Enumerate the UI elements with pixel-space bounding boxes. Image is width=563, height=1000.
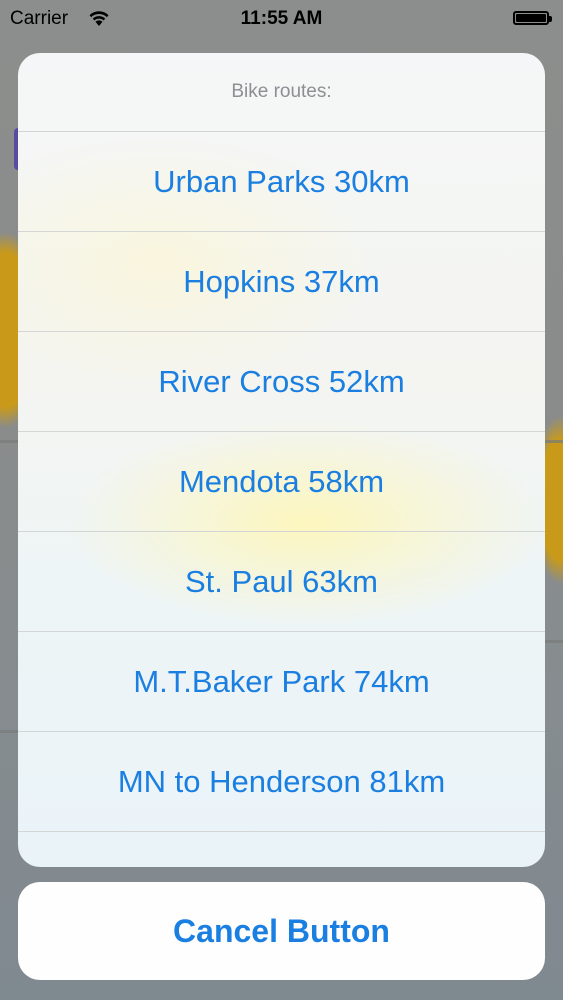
map-road xyxy=(0,730,18,733)
cancel-button[interactable]: Cancel Button xyxy=(18,882,545,980)
route-option-river-cross[interactable]: River Cross 52km xyxy=(18,332,545,432)
route-option-mt-baker-park[interactable]: M.T.Baker Park 74km xyxy=(18,632,545,732)
action-sheet-title: Bike routes: xyxy=(18,53,545,132)
route-option-mendota[interactable]: Mendota 58km xyxy=(18,432,545,532)
status-bar: Carrier 11:55 AM xyxy=(0,0,563,38)
status-time: 11:55 AM xyxy=(240,8,323,29)
map-road xyxy=(0,440,20,443)
map-road xyxy=(545,640,563,643)
map-road xyxy=(545,440,563,443)
action-sheet: Bike routes: Urban Parks 30km Hopkins 37… xyxy=(18,53,545,867)
route-option-st-paul[interactable]: St. Paul 63km xyxy=(18,532,545,632)
route-option-urban-parks[interactable]: Urban Parks 30km xyxy=(18,132,545,232)
route-option-hopkins[interactable]: Hopkins 37km xyxy=(18,232,545,332)
route-option-mn-to-henderson[interactable]: MN to Henderson 81km xyxy=(18,732,545,832)
battery-icon xyxy=(513,11,552,25)
